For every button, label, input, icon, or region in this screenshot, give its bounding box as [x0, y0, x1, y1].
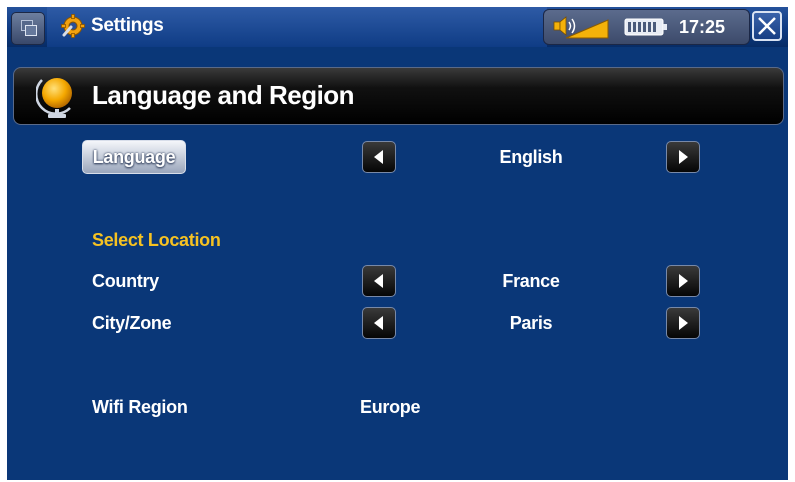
close-icon — [758, 17, 776, 35]
wifi-region-label: Wifi Region — [92, 397, 188, 417]
language-row-label[interactable]: Language — [82, 140, 186, 174]
country-value: France — [502, 271, 560, 291]
arrow-right-icon — [679, 274, 688, 288]
arrow-left-icon — [374, 150, 383, 164]
country-label: Country — [92, 271, 159, 291]
language-label: Language — [92, 147, 176, 167]
status-indicators: 17:25 — [543, 9, 750, 45]
country-next-button[interactable] — [666, 265, 700, 297]
arrow-left-icon — [374, 316, 383, 330]
country-prev-button[interactable] — [362, 265, 396, 297]
window-switch-button[interactable] — [11, 12, 45, 45]
city-zone-label: City/Zone — [92, 313, 172, 333]
arrow-right-icon — [679, 150, 688, 164]
language-value: English — [499, 147, 563, 167]
globe-icon — [36, 78, 72, 118]
clock: 17:25 — [679, 17, 726, 37]
page-title: Language and Region — [92, 80, 355, 110]
arrow-left-icon — [374, 274, 383, 288]
top-status-bar: Settings 17:25 — [7, 7, 788, 47]
city-zone-next-button[interactable] — [666, 307, 700, 339]
battery-icon — [624, 18, 667, 36]
arrow-right-icon — [679, 316, 688, 330]
close-button[interactable] — [752, 11, 782, 41]
settings-screen: Settings 17:25 Language and Region Langu… — [7, 7, 788, 480]
language-prev-button[interactable] — [362, 141, 396, 173]
app-title-tab: Settings — [47, 7, 547, 47]
volume-icon — [553, 16, 609, 39]
city-zone-prev-button[interactable] — [362, 307, 396, 339]
gear-icon — [61, 14, 85, 38]
select-location-heading: Select Location — [92, 230, 221, 250]
wifi-region-value: Europe — [360, 397, 421, 417]
page-header: Language and Region — [13, 67, 784, 125]
language-next-button[interactable] — [666, 141, 700, 173]
app-title: Settings — [91, 15, 164, 36]
city-zone-value: Paris — [509, 313, 553, 333]
